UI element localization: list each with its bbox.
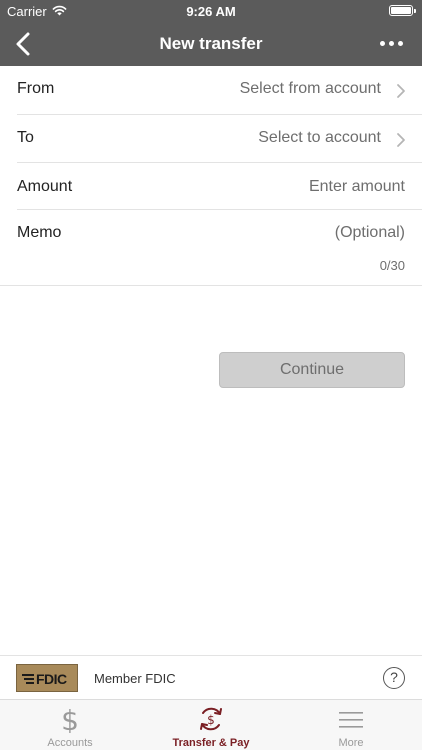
- to-account-row[interactable]: To Select to account: [0, 115, 422, 163]
- top-bar: Carrier 9:26 AM New transfer: [0, 0, 422, 66]
- amount-label: Amount: [17, 178, 73, 195]
- battery-icon: [389, 5, 416, 16]
- page-title: New transfer: [159, 34, 263, 53]
- tab-label: Accounts: [47, 737, 93, 749]
- more-dots-icon[interactable]: [380, 40, 404, 48]
- memo-char-counter: 0/30: [379, 258, 405, 273]
- chevron-right-icon: [397, 133, 405, 147]
- clock: 9:26 AM: [186, 4, 236, 19]
- memo-label: Memo: [17, 224, 62, 241]
- tab-label: Transfer & Pay: [172, 737, 250, 749]
- tab-bar: $ Accounts $ Transfer & Pay More: [0, 699, 422, 750]
- fdic-logo: FDIC: [16, 664, 78, 692]
- fdic-logo-text: FDIC: [36, 671, 67, 687]
- tab-label: More: [338, 737, 364, 749]
- svg-text:$: $: [207, 713, 215, 727]
- amount-input[interactable]: Enter amount: [309, 178, 405, 196]
- tab-more[interactable]: More: [281, 700, 421, 750]
- status-bar: Carrier 9:26 AM: [0, 0, 422, 22]
- amount-row: Amount Enter amount: [0, 163, 422, 210]
- continue-button[interactable]: Continue: [219, 352, 405, 388]
- menu-icon: [339, 712, 363, 728]
- from-label: From: [17, 80, 55, 97]
- nav-bar: New transfer: [0, 22, 422, 66]
- from-account-row[interactable]: From Select from account: [0, 66, 422, 115]
- help-icon[interactable]: ?: [383, 667, 405, 689]
- transfer-pay-icon: $: [200, 707, 222, 731]
- memo-input[interactable]: (Optional): [335, 224, 405, 242]
- to-label: To: [17, 129, 34, 146]
- fdic-footer: FDIC Member FDIC ?: [0, 655, 422, 699]
- divider: [0, 285, 422, 286]
- memo-row: Memo (Optional) 0/30: [0, 210, 422, 286]
- member-fdic-text: Member FDIC: [94, 671, 176, 686]
- fdic-bars-icon: [22, 674, 34, 684]
- chevron-right-icon: [397, 84, 405, 98]
- tab-accounts[interactable]: $ Accounts: [0, 700, 140, 750]
- svg-text:$: $: [61, 705, 79, 733]
- to-account-value: Select to account: [258, 129, 381, 146]
- tab-transfer-pay[interactable]: $ Transfer & Pay: [141, 700, 281, 750]
- from-account-value: Select from account: [239, 80, 381, 97]
- dollar-icon: $: [61, 705, 79, 733]
